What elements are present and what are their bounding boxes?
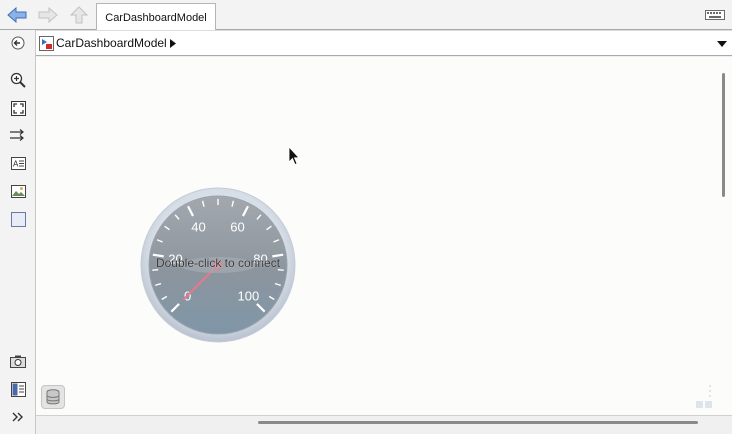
back-arrow-icon bbox=[7, 7, 27, 23]
vertical-scrollbar[interactable] bbox=[716, 57, 732, 415]
expand-palette-button[interactable] bbox=[9, 408, 27, 426]
model-canvas[interactable]: 020406080100 Double-click to connect bbox=[36, 57, 716, 415]
mouse-pointer-icon bbox=[288, 146, 300, 166]
fit-to-view-icon bbox=[10, 100, 26, 116]
signal-routing-button[interactable] bbox=[9, 126, 27, 144]
annotation-button[interactable]: A bbox=[9, 154, 27, 172]
svg-text:A: A bbox=[13, 159, 19, 168]
keyboard-icon bbox=[705, 10, 725, 20]
up-button[interactable] bbox=[68, 5, 90, 25]
vertical-scroll-thumb[interactable] bbox=[722, 73, 725, 197]
model-address-bar[interactable]: CarDashboardModel bbox=[36, 30, 732, 56]
gauge-connect-hint: Double-click to connect bbox=[155, 256, 281, 270]
gauge-tick-label: 40 bbox=[191, 220, 205, 235]
gauge-tick-label: 100 bbox=[238, 288, 260, 303]
hide-browser-icon bbox=[11, 36, 25, 50]
double-chevron-right-icon bbox=[12, 412, 23, 422]
gauge-tick-label: 60 bbox=[230, 220, 244, 235]
zoom-in-icon bbox=[10, 72, 26, 88]
breadcrumb-model-name[interactable]: CarDashboardModel bbox=[56, 36, 167, 50]
explorer-bar-button[interactable] bbox=[9, 380, 27, 398]
toolbar: CarDashboardModel bbox=[0, 0, 732, 31]
keyboard-button[interactable] bbox=[704, 8, 726, 22]
data-inspector-button[interactable] bbox=[41, 385, 65, 409]
resize-grip-icon[interactable] bbox=[696, 383, 714, 413]
text-annotation-icon: A bbox=[10, 156, 26, 170]
back-button[interactable] bbox=[6, 5, 28, 25]
up-arrow-icon bbox=[70, 6, 88, 24]
forward-button[interactable] bbox=[37, 5, 59, 25]
gauge-block[interactable]: 020406080100 Double-click to connect bbox=[140, 187, 296, 343]
forward-arrow-icon bbox=[38, 7, 58, 23]
chevron-down-icon[interactable] bbox=[716, 39, 728, 49]
hide-browser-button[interactable] bbox=[9, 34, 27, 52]
area-icon bbox=[10, 211, 26, 227]
block-diagram-palette: A bbox=[0, 30, 36, 434]
database-icon bbox=[46, 389, 60, 405]
screenshot-button[interactable] bbox=[9, 352, 27, 370]
arrows-icon bbox=[10, 129, 24, 141]
fit-to-view-button[interactable] bbox=[9, 99, 27, 117]
image-button[interactable] bbox=[9, 182, 27, 200]
tab-car-dashboard-model[interactable]: CarDashboardModel bbox=[96, 3, 216, 31]
horizontal-scroll-thumb[interactable] bbox=[258, 421, 698, 424]
image-icon bbox=[10, 184, 26, 198]
breadcrumb-arrow-icon[interactable] bbox=[170, 39, 176, 48]
camera-icon bbox=[10, 355, 26, 368]
zoom-in-button[interactable] bbox=[9, 71, 27, 89]
explorer-icon bbox=[10, 381, 26, 397]
horizontal-scrollbar[interactable] bbox=[36, 415, 732, 434]
tab-label: CarDashboardModel bbox=[105, 11, 207, 24]
simulink-model-icon bbox=[39, 36, 54, 51]
area-button[interactable] bbox=[9, 210, 27, 228]
